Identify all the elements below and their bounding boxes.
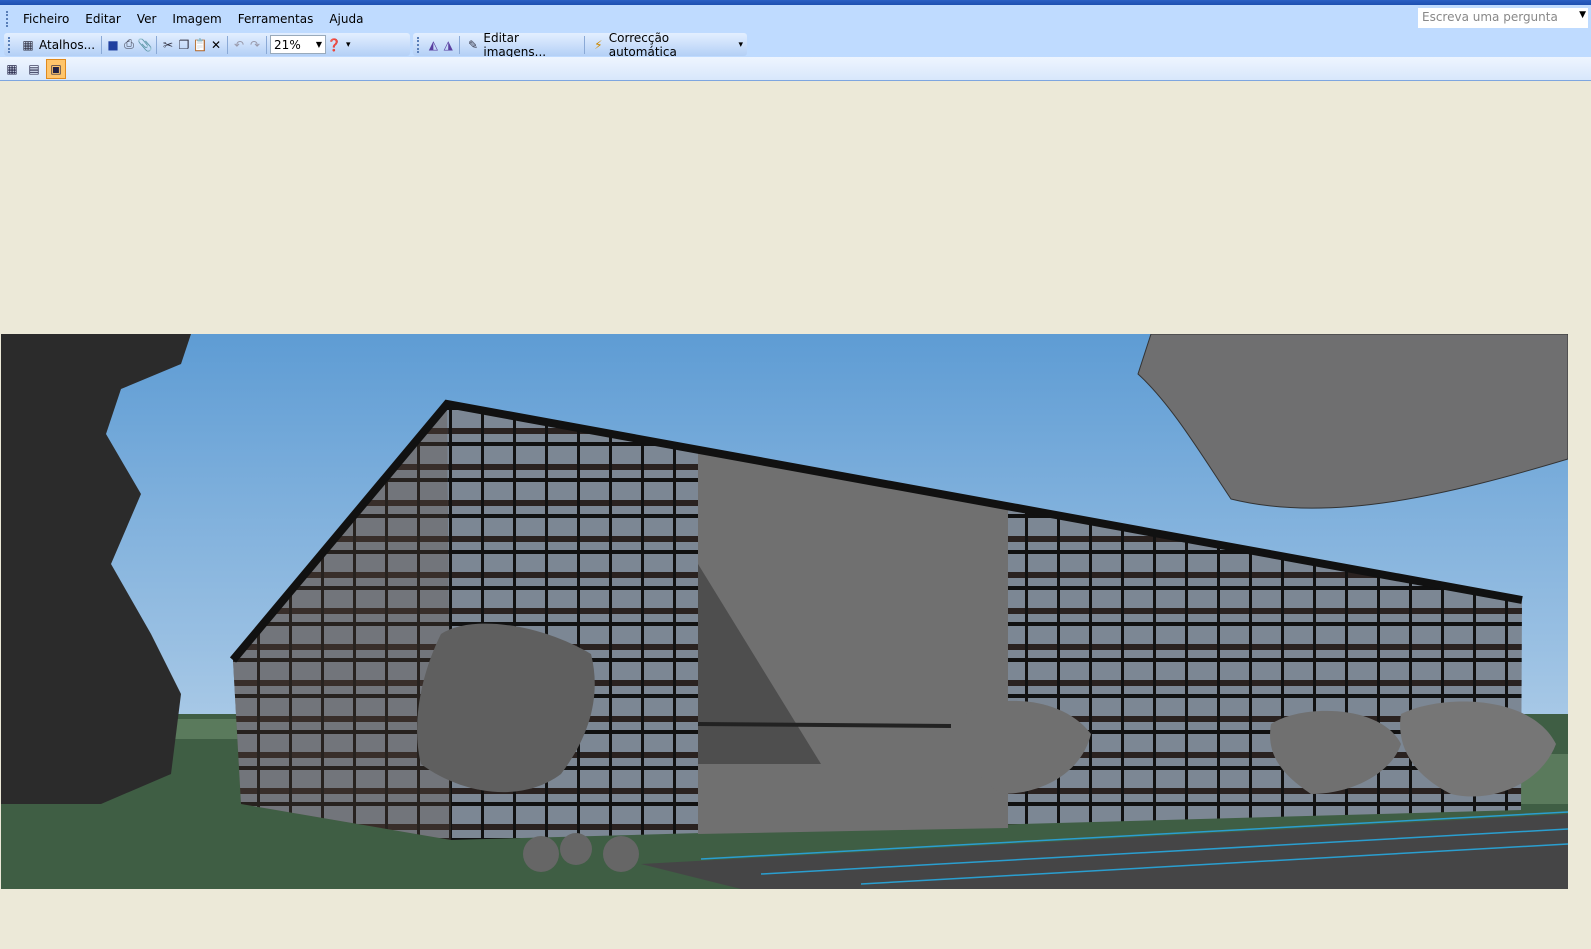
building-render-image: [1, 334, 1568, 889]
image-canvas: [0, 82, 1591, 949]
menu-ver[interactable]: Ver: [129, 12, 165, 26]
image-toolbar: ◭ ◮ ✎ Editar imagens... ⚡ Correcção automá…: [413, 31, 747, 59]
menu-ficheiro[interactable]: Ficheiro: [15, 12, 77, 26]
edit-image-icon: ✎: [467, 37, 478, 52]
auto-correct-icon: ⚡: [594, 37, 603, 52]
grip-handle[interactable]: [417, 36, 420, 53]
filmstrip-view-icon[interactable]: ▤: [24, 59, 44, 79]
divider: [266, 35, 268, 54]
toolbar-options-icon[interactable]: ▾: [738, 40, 743, 50]
menu-bar: Ficheiro Editar Ver Imagem Ferramentas A…: [0, 5, 1591, 32]
undo-icon[interactable]: ↶: [231, 37, 247, 53]
standard-toolbar: ▦ Atalhos... ■ ⎙ 📎 ✂ ❐ 📋 ✕ ↶ ↷ 21% ▼ ❓ ▾: [4, 33, 410, 56]
single-image-view-icon[interactable]: ▣: [46, 58, 66, 79]
attach-icon[interactable]: 📎: [137, 37, 153, 53]
canopy: [697, 722, 952, 728]
grip-handle[interactable]: [8, 36, 11, 53]
divider: [227, 35, 229, 54]
grip-handle[interactable]: [6, 10, 9, 27]
menu-imagem[interactable]: Imagem: [164, 12, 229, 26]
toolbar: ▦ Atalhos... ■ ⎙ 📎 ✂ ❐ 📋 ✕ ↶ ↷ 21% ▼ ❓ ▾ ◭…: [0, 31, 1591, 59]
rotate-left-icon[interactable]: ◭: [426, 37, 441, 53]
help-icon[interactable]: ❓: [326, 37, 342, 53]
edit-images-button[interactable]: ✎ Editar imagens...: [463, 31, 581, 59]
menu-ajuda[interactable]: Ajuda: [321, 12, 371, 26]
copy-icon[interactable]: ❐: [176, 37, 192, 53]
auto-correct-button[interactable]: ⚡ Correcção automática: [588, 31, 735, 59]
edit-images-label: Editar imagens...: [483, 30, 547, 59]
divider: [101, 35, 103, 54]
shortcuts-label: Atalhos...: [39, 37, 96, 52]
delete-icon[interactable]: ✕: [208, 37, 224, 53]
divider: [584, 35, 585, 54]
print-icon[interactable]: ⎙: [121, 37, 137, 53]
save-icon[interactable]: ■: [105, 37, 121, 53]
help-search-input[interactable]: Escreva uma pergunta ▼: [1418, 8, 1588, 28]
shortcuts-icon: ▦: [22, 37, 34, 52]
shortcuts-button[interactable]: ▦ Atalhos...: [17, 35, 98, 55]
redo-icon[interactable]: ↷: [247, 37, 263, 53]
chevron-down-icon: ▼: [315, 40, 323, 49]
paste-icon[interactable]: 📋: [192, 37, 208, 53]
rotate-right-icon[interactable]: ◮: [441, 37, 456, 53]
menu-editar[interactable]: Editar: [77, 12, 129, 26]
auto-correct-label: Correcção automática: [608, 30, 677, 59]
zoom-select[interactable]: 21% ▼: [270, 35, 327, 54]
cut-icon[interactable]: ✂: [160, 37, 176, 53]
toolbar-options-icon[interactable]: ▾: [346, 40, 351, 50]
menu-ferramentas[interactable]: Ferramentas: [230, 12, 322, 26]
thumbnail-view-icon[interactable]: ▦: [2, 59, 22, 79]
divider: [458, 35, 460, 54]
zoom-value: 21%: [274, 37, 301, 52]
help-search-placeholder: Escreva uma pergunta: [1422, 10, 1558, 24]
divider: [156, 35, 158, 54]
view-bar: ▦ ▤ ▣: [0, 57, 1591, 81]
chevron-down-icon[interactable]: ▼: [1579, 10, 1586, 20]
